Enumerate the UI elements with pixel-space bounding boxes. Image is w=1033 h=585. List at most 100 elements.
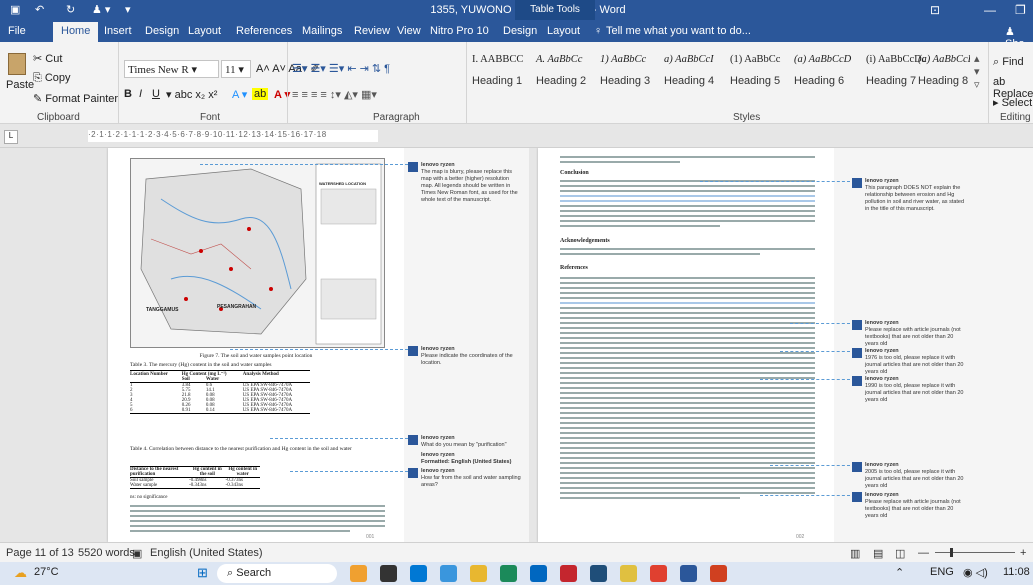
comment-connector <box>790 323 850 324</box>
style-heading4-preview: a) AaBbCcI <box>664 54 714 65</box>
watershed-map[interactable]: PESANGRAHAN TANGGAMUS WATERSHED LOCATION <box>130 158 385 348</box>
table-cell: Water sample <box>130 483 158 488</box>
print-layout-icon[interactable]: ▤ <box>873 547 883 560</box>
wifi-volume-icon[interactable]: ◉ ◁) <box>963 566 988 579</box>
chrome-icon[interactable] <box>650 565 667 582</box>
comment-connector <box>270 438 408 439</box>
zoom-slider[interactable] <box>935 552 1015 553</box>
save-icon[interactable]: ▣ <box>10 3 20 16</box>
tab-references[interactable]: References <box>236 25 292 37</box>
format-painter-button[interactable]: ✎ Format Painter <box>33 92 118 105</box>
style-heading2[interactable]: Heading 2 <box>536 75 586 87</box>
style-heading1[interactable]: Heading 1 <box>472 75 522 87</box>
table-cell: -0.343ns <box>189 483 207 488</box>
style-heading3[interactable]: Heading 3 <box>600 75 650 87</box>
strike-sub-sup-icon[interactable]: ▾ abc x₂ x² <box>166 88 217 101</box>
web-layout-icon[interactable]: ◫ <box>895 547 905 560</box>
table4[interactable]: Distance to the nearest purification Hg … <box>130 466 260 489</box>
style-heading7[interactable]: Heading 7 <box>866 75 916 87</box>
tab-table-layout[interactable]: Layout <box>547 25 580 37</box>
customize-qat-icon[interactable]: ▾ <box>125 3 131 16</box>
comment-text: The map is blurry, please replace this m… <box>421 169 518 203</box>
right-page[interactable]: Conclusion Acknowledgements References 0… <box>538 148 834 542</box>
tab-review[interactable]: Review <box>354 25 390 37</box>
task-view-icon[interactable] <box>380 565 397 582</box>
tab-layout[interactable]: Layout <box>188 25 221 37</box>
right-comment-pane: lenovo ryzen This paragraph DOES NOT expl… <box>834 148 1033 542</box>
system-tray-chevron-icon[interactable]: ⌃ <box>895 566 904 579</box>
table-cell: 6 <box>130 408 133 413</box>
word-icon[interactable] <box>680 565 697 582</box>
language-status[interactable]: English (United States) <box>150 547 263 559</box>
restore-icon[interactable]: ❐ <box>1015 3 1026 17</box>
zoom-slider-thumb[interactable] <box>950 548 953 557</box>
comment-avatar-icon <box>408 435 418 445</box>
ruler-scale[interactable]: ·2·1·1·2·1·1·1·2·3·4·5·6·7·8·9·10·11·12·… <box>88 130 378 142</box>
paste-button[interactable]: Paste <box>6 79 34 91</box>
document-area[interactable]: PESANGRAHAN TANGGAMUS WATERSHED LOCATION… <box>0 148 1033 542</box>
touch-mode-icon[interactable]: ♟ ▾ <box>92 3 110 16</box>
references-heading: References <box>560 265 588 271</box>
tab-home[interactable]: Home <box>53 22 99 42</box>
read-mode-icon[interactable]: ▥ <box>850 547 860 560</box>
tell-me-input[interactable]: Tell me what you want to do... <box>606 25 751 37</box>
cut-button[interactable]: ✂ Cut <box>33 52 62 65</box>
select-button[interactable]: ▸ Select <box>993 96 1032 109</box>
alignment-icon[interactable]: ≡ ≡ ≡ ≡ ↕▾ ◭▾ ▦▾ <box>292 88 377 101</box>
weather-icon: ☁ <box>14 565 27 580</box>
style-heading8[interactable]: Heading 8 <box>918 75 968 87</box>
tab-design[interactable]: Design <box>145 25 179 37</box>
font-name-box[interactable]: Times New R ▾ <box>124 60 219 78</box>
bold-button[interactable]: B <box>124 88 132 100</box>
comment-author: lenovo ryzen <box>421 468 455 474</box>
zoom-out-icon[interactable]: — <box>918 547 929 559</box>
taskbar-app-icon[interactable] <box>560 565 577 582</box>
font-size-box[interactable]: 11 ▾ <box>221 60 251 78</box>
bullets-numbering-icon[interactable]: ☰▾ ☰▾ ☰▾ ⇤ ⇥ ⇅ ¶ <box>292 62 390 75</box>
taskbar-app-icon[interactable] <box>410 565 427 582</box>
tab-insert[interactable]: Insert <box>104 25 132 37</box>
file-explorer-icon[interactable] <box>470 565 487 582</box>
find-button[interactable]: ⌕ Find <box>993 56 1024 69</box>
text-effects-icon[interactable]: A ▾ <box>232 88 247 101</box>
style-heading4[interactable]: Heading 4 <box>664 75 714 87</box>
taskbar-app-icon[interactable] <box>710 565 727 582</box>
edge-icon[interactable] <box>440 565 457 582</box>
start-icon[interactable]: ⊞ <box>197 565 208 581</box>
comment-text: What do you mean by "purification" <box>421 442 507 448</box>
proofing-icon[interactable]: ▣ <box>132 547 142 560</box>
clock-time[interactable]: 11:08 <box>1003 566 1030 578</box>
weather-temp[interactable]: 27°C <box>34 566 59 578</box>
zoom-in-icon[interactable]: + <box>1020 547 1026 559</box>
undo-icon[interactable]: ↶ <box>35 3 44 16</box>
tab-selector-icon[interactable]: L <box>4 130 18 144</box>
redo-icon[interactable]: ↻ <box>66 3 75 16</box>
highlight-icon[interactable]: ab <box>252 88 269 100</box>
copy-button[interactable]: ⎘ Copy <box>33 72 71 85</box>
tab-mailings[interactable]: Mailings <box>302 25 342 37</box>
minimize-icon[interactable]: — <box>984 3 996 17</box>
taskbar-app-icon[interactable] <box>500 565 517 582</box>
tab-file[interactable]: File <box>8 25 26 37</box>
tab-table-design[interactable]: Design <box>503 25 537 37</box>
comment-text: This paragraph DOES NOT explain the rela… <box>865 185 965 212</box>
taskbar-app-icon[interactable] <box>590 565 607 582</box>
search-box[interactable]: ⌕ Search <box>217 564 337 583</box>
ribbon-display-icon[interactable]: ⊡ <box>930 3 940 17</box>
italic-button[interactable]: I <box>139 88 142 100</box>
underline-button[interactable]: U <box>152 88 160 100</box>
page-count[interactable]: Page 11 of 13 <box>6 547 74 559</box>
comment-avatar-icon <box>852 348 862 358</box>
taskbar-app-icon[interactable] <box>350 565 367 582</box>
styles-scroll-icon[interactable]: ▴ ▾ ▿ <box>974 52 980 91</box>
word-count[interactable]: 5520 words <box>78 547 135 559</box>
tab-view[interactable]: View <box>397 25 421 37</box>
style-heading6[interactable]: Heading 6 <box>794 75 844 87</box>
table3[interactable]: Location Number Hg Content (mg L⁻¹) Anal… <box>130 370 310 414</box>
style-heading5[interactable]: Heading 5 <box>730 75 780 87</box>
tab-nitro[interactable]: Nitro Pro 10 <box>430 25 489 37</box>
taskbar-app-icon[interactable] <box>620 565 637 582</box>
input-language[interactable]: ENG <box>930 566 954 578</box>
store-icon[interactable] <box>530 565 547 582</box>
left-page[interactable]: PESANGRAHAN TANGGAMUS WATERSHED LOCATION… <box>108 148 404 542</box>
